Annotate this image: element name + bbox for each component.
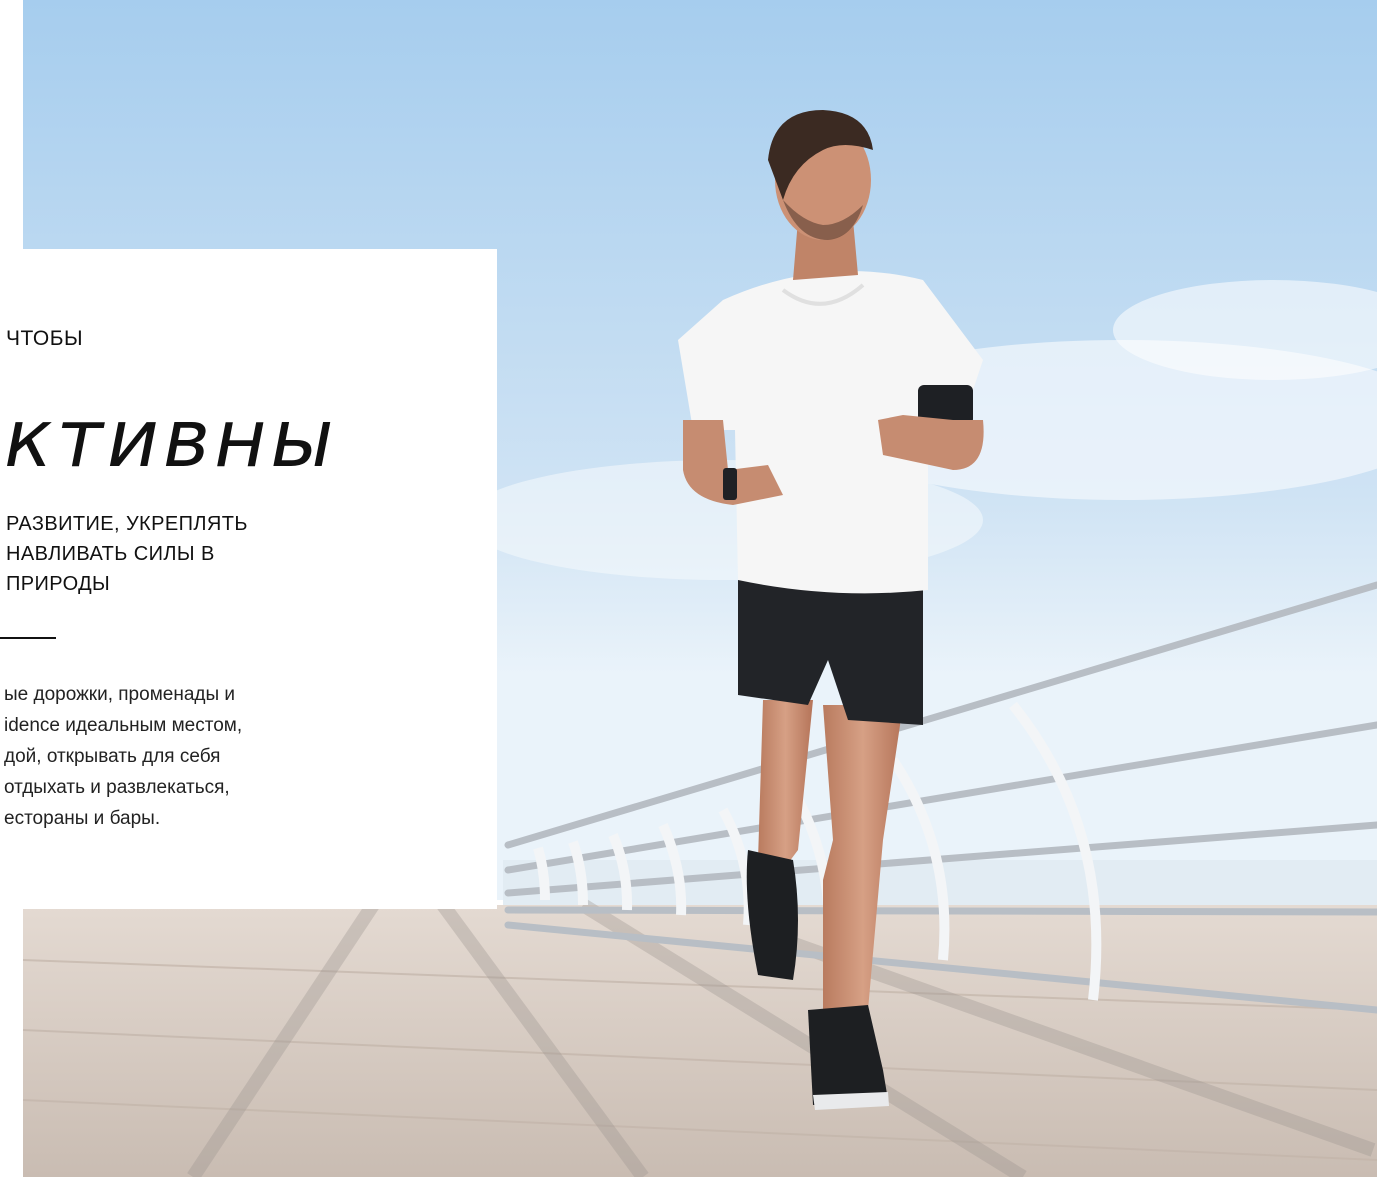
subheading-line: РАЗВИТИЕ, УКРЕПЛЯТЬ bbox=[6, 513, 248, 535]
headline: ктивны bbox=[4, 392, 338, 485]
page: ЧТОБЫ ктивны РАЗВИТИЕ, УКРЕПЛЯТЬ НАВЛИВА… bbox=[0, 0, 1377, 1177]
subheading: РАЗВИТИЕ, УКРЕПЛЯТЬ НАВЛИВАТЬ СИЛЫ В ПРИ… bbox=[6, 509, 486, 599]
subheading-line: ПРИРОДЫ bbox=[6, 573, 111, 595]
subheading-line: НАВЛИВАТЬ СИЛЫ В bbox=[6, 543, 215, 565]
text-panel: ЧТОБЫ ктивны РАЗВИТИЕ, УКРЕПЛЯТЬ НАВЛИВА… bbox=[0, 249, 497, 909]
body-line: дой, открывать для себя bbox=[4, 746, 221, 767]
body-line: ые дорожки, променады и bbox=[4, 684, 236, 705]
divider bbox=[0, 637, 56, 639]
body-line: отдыхать и развлекаться, bbox=[4, 777, 230, 798]
eyebrow-text: ЧТОБЫ bbox=[6, 327, 84, 350]
body-line: idence идеальным местом, bbox=[4, 715, 243, 736]
body-paragraph: ые дорожки, променады и idence идеальным… bbox=[4, 679, 484, 834]
body-line: есторaны и бары. bbox=[4, 808, 161, 829]
